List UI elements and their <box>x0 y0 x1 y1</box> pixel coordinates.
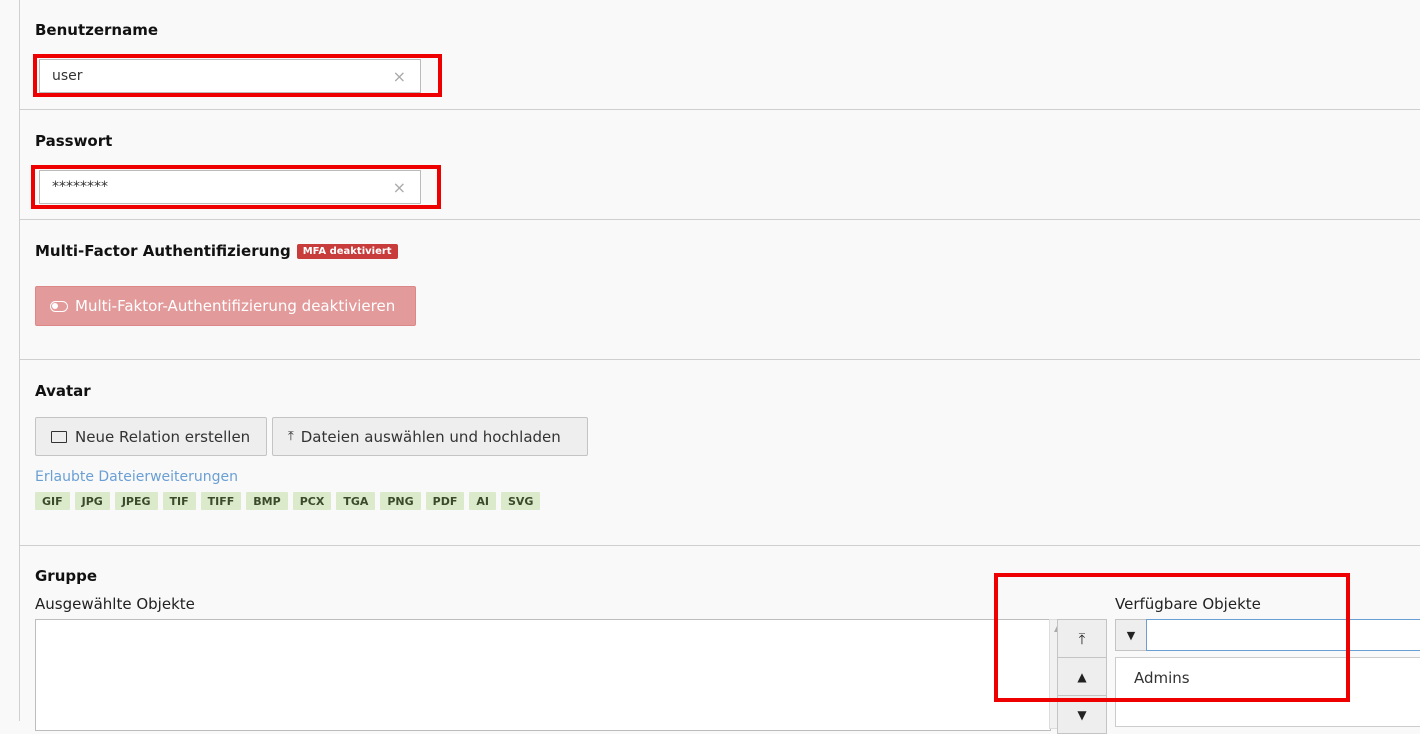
password-input[interactable] <box>52 171 382 203</box>
filter-input[interactable] <box>1146 619 1420 651</box>
new-relation-label: Neue Relation erstellen <box>75 427 251 446</box>
new-relation-button[interactable]: Neue Relation erstellen <box>35 417 267 456</box>
mfa-deactivate-button[interactable]: Multi-Faktor-Authentifizierung deaktivie… <box>35 286 416 326</box>
username-input[interactable] <box>52 60 382 92</box>
extension-tag: AI <box>469 492 496 510</box>
clear-icon[interactable]: × <box>393 67 406 86</box>
move-up-button[interactable]: ▲ <box>1057 657 1107 696</box>
selected-objects-list[interactable] <box>35 619 1051 731</box>
extension-tag: BMP <box>246 492 288 510</box>
mfa-section: Multi-Factor Authentifizierung MFA deakti… <box>20 220 1420 360</box>
group-label: Gruppe <box>35 567 98 585</box>
upload-label: Dateien auswählen und hochladen <box>300 427 561 446</box>
avatar-section: Avatar Neue Relation erstellen ⤒ Dateien… <box>20 360 1420 546</box>
username-label: Benutzername <box>35 21 159 39</box>
password-section: Passwort × <box>20 110 1420 220</box>
username-section: Benutzername × <box>20 0 1420 110</box>
folder-icon <box>51 430 67 443</box>
form-panel: Benutzername × Passwort × Multi-Factor A… <box>19 0 1420 734</box>
extension-tag: TIFF <box>200 492 242 510</box>
move-top-icon: ⤒ <box>1078 629 1086 648</box>
extension-tag: SVG <box>500 492 541 510</box>
extension-tag: PNG <box>380 492 421 510</box>
extension-tag: TIF <box>162 492 196 510</box>
password-field[interactable]: × <box>39 170 421 204</box>
filter-button[interactable]: ▼ <box>1115 619 1147 651</box>
upload-icon: ⤒ <box>288 429 294 444</box>
extension-tag: JPEG <box>114 492 158 510</box>
upload-files-button[interactable]: ⤒ Dateien auswählen und hochladen <box>272 417 588 456</box>
extension-tags: GIF JPG JPEG TIF TIFF BMP PCX TGA PNG PD… <box>35 492 541 510</box>
username-field[interactable]: × <box>39 59 421 93</box>
available-objects-label: Verfügbare Objekte <box>1115 595 1261 613</box>
allowed-extensions-link[interactable]: Erlaubte Dateierweiterungen <box>35 469 238 485</box>
mfa-button-label: Multi-Faktor-Authentifizierung deaktivie… <box>75 297 396 315</box>
extension-tag: TGA <box>336 492 376 510</box>
avatar-label: Avatar <box>35 382 91 400</box>
filter-icon: ▼ <box>1126 628 1136 642</box>
move-down-button[interactable]: ▼ <box>1057 695 1107 734</box>
move-to-top-button[interactable]: ⤒ <box>1057 619 1107 658</box>
extension-tag: GIF <box>35 492 70 510</box>
available-objects-list[interactable]: Admins <box>1115 657 1420 727</box>
selected-objects-label: Ausgewählte Objekte <box>35 595 195 613</box>
extension-tag: PDF <box>425 492 465 510</box>
extension-tag: JPG <box>74 492 110 510</box>
toggle-icon <box>50 300 68 312</box>
mfa-label-text: Multi-Factor Authentifizierung <box>35 242 291 260</box>
password-label: Passwort <box>35 132 113 150</box>
mfa-label: Multi-Factor Authentifizierung MFA deakti… <box>35 242 398 260</box>
available-item-admins[interactable]: Admins <box>1134 669 1190 687</box>
extension-tag: PCX <box>292 492 332 510</box>
move-down-icon: ▼ <box>1077 707 1087 722</box>
mfa-status-badge: MFA deaktiviert <box>296 244 398 259</box>
clear-icon[interactable]: × <box>393 178 406 197</box>
move-up-icon: ▲ <box>1077 669 1087 684</box>
